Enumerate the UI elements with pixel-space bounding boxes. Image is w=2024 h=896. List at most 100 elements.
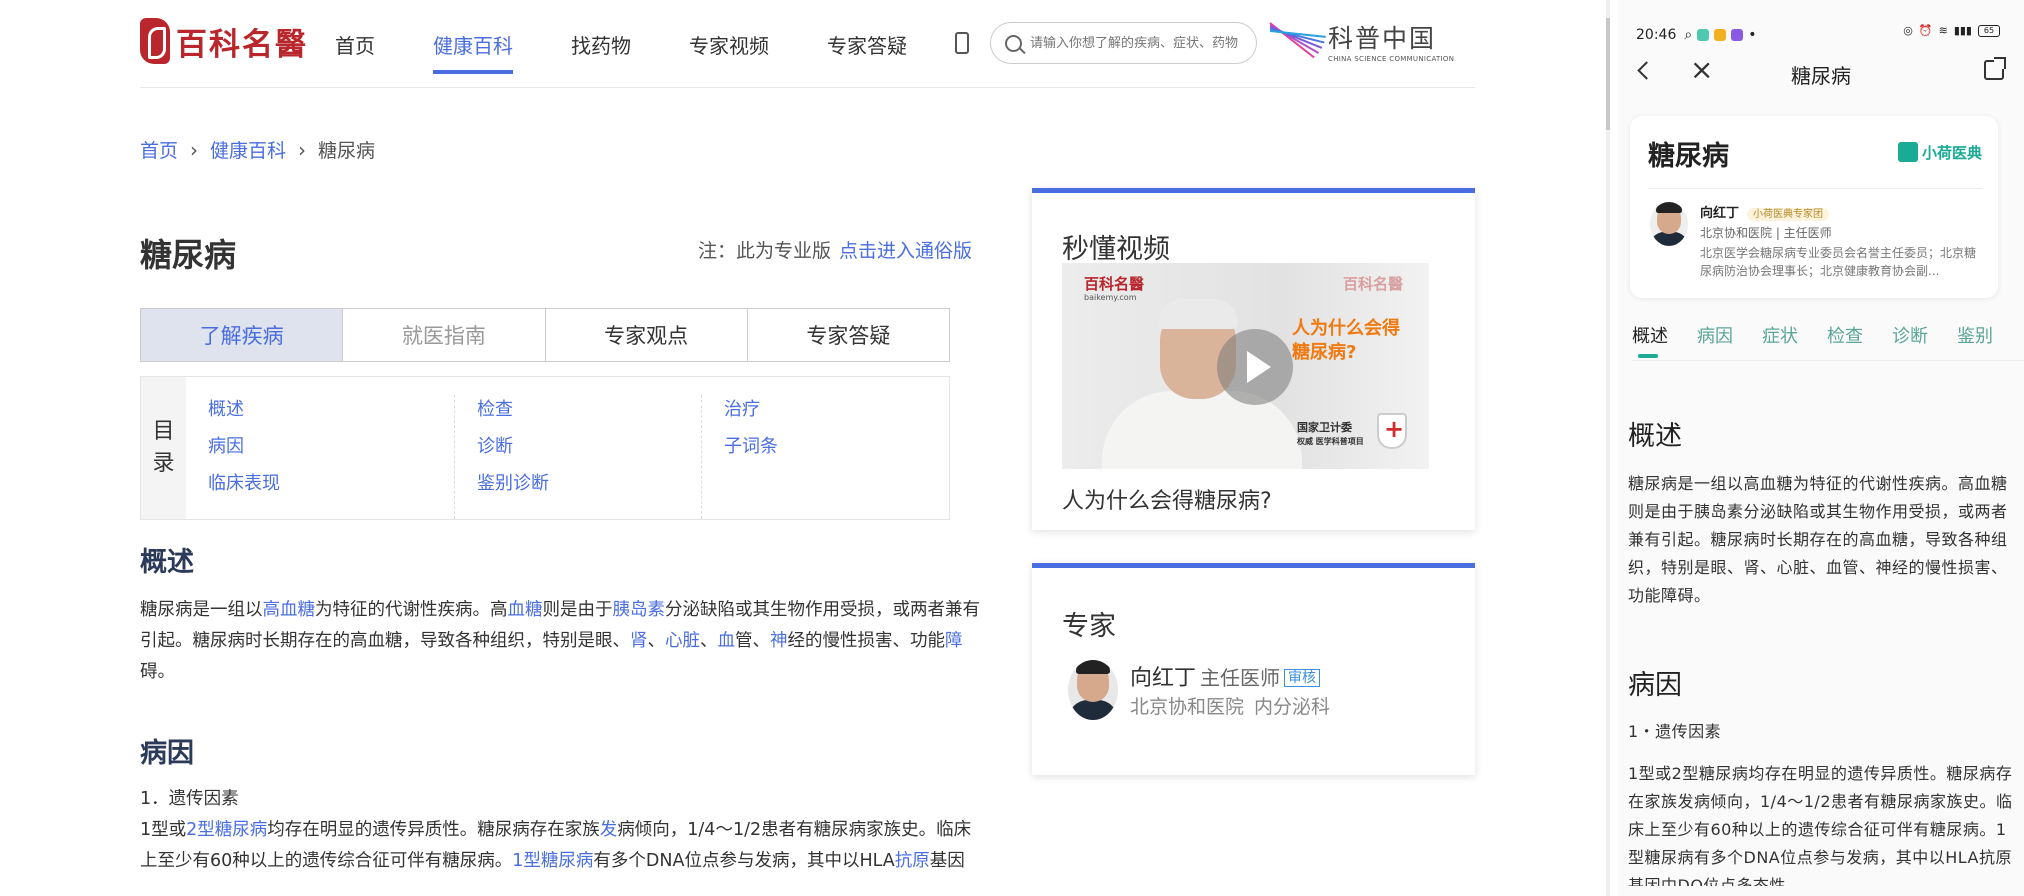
xiaohe-brand-logo: 小荷医典 [1898, 142, 1982, 163]
section-heading-cause: 病因 [140, 738, 194, 769]
divider [1648, 188, 1982, 189]
toc-column: 概述 病因 临床表现 [208, 395, 455, 519]
paragraph-text: 、 [647, 631, 666, 651]
toc-item-treatment[interactable]: 治疗 [724, 395, 949, 432]
tab-symptoms[interactable]: 症状 [1762, 322, 1798, 358]
inline-term-link[interactable]: 1型糖尿病 [512, 851, 593, 871]
inline-term-link[interactable]: 心脏 [665, 631, 700, 651]
review-badge: 审核 [1284, 669, 1321, 687]
inline-term-link[interactable]: 血糖 [508, 600, 543, 620]
section-heading-overview: 概述 [140, 547, 194, 578]
toc-column: 治疗 子词条 [702, 395, 949, 519]
inline-term-link[interactable]: 肾 [630, 631, 648, 651]
expert-org: 北京协和医院 | 主任医师 [1700, 226, 1832, 240]
status-time: 20:46 [1636, 27, 1677, 43]
mobile-header: × 糖尿病 [1618, 54, 2024, 94]
paragraph-text: 有多个DNA位点参与发病，其中以HLA [593, 851, 895, 871]
tab-differential[interactable]: 鉴别 [1957, 322, 1993, 358]
tab-exam[interactable]: 检查 [1827, 322, 1863, 358]
mobile-heading-overview: 概述 [1628, 421, 1682, 452]
breadcrumb-encyclopedia[interactable]: 健康百科 [210, 136, 286, 163]
inline-term-link[interactable]: 障 [945, 631, 963, 651]
popular-version-link[interactable]: 点击进入通俗版 [839, 240, 972, 262]
toc-item-subentries[interactable]: 子词条 [724, 432, 949, 469]
mobile-screen: 20:46 ⌕ • ◎ ⏰ ≋ ▮▮▮ 65 × 糖尿病 糖尿病 小荷医典 向红… [1618, 0, 2024, 896]
search-icon[interactable] [1005, 34, 1022, 52]
nav-item-health-encyclopedia[interactable]: 健康百科 [433, 30, 513, 74]
status-search-icon: ⌕ [1684, 27, 1693, 43]
expert-avatar[interactable] [1068, 660, 1118, 720]
kepu-ribbon-icon [1269, 16, 1326, 66]
inline-term-link[interactable]: 血 [718, 631, 736, 651]
expert-hospital: 北京协和医院 [1130, 696, 1245, 718]
video-caption[interactable]: 人为什么会得糖尿病? [1062, 483, 1272, 515]
app-notification-icon [1714, 29, 1727, 41]
paragraph-text: 经的慢性损害、功能 [787, 631, 946, 651]
tab-diagnosis[interactable]: 诊断 [1892, 322, 1928, 358]
mobile-heading-cause: 病因 [1628, 670, 1682, 701]
expert-name[interactable]: 向红丁 [1130, 666, 1196, 691]
mobile-phone-icon[interactable] [955, 32, 969, 54]
tab-medical-guide[interactable]: 就医指南 [342, 309, 545, 361]
card-title: 糖尿病 [1648, 141, 1729, 172]
breadcrumb-home[interactable]: 首页 [140, 136, 178, 163]
tab-understand-disease[interactable]: 了解疾病 [141, 309, 343, 361]
partner-name: 科普中国 [1328, 24, 1437, 53]
chevron-right-icon: › [190, 137, 199, 162]
inline-term-link[interactable]: 抗原 [895, 851, 930, 871]
inline-term-link[interactable]: 神 [770, 631, 788, 651]
tab-overview[interactable]: 概述 [1632, 322, 1668, 358]
tab-expert-opinion[interactable]: 专家观点 [544, 309, 747, 361]
mobile-title: 糖尿病 [1791, 64, 1851, 88]
nav-item-home[interactable]: 首页 [335, 30, 375, 74]
expert-affiliation: 北京协和医院 内分泌科 [1130, 692, 1340, 719]
breadcrumb-current: 糖尿病 [318, 140, 376, 162]
expert-name-line: 向红丁 小荷医典专家团 [1700, 202, 1830, 221]
signal-icon: ▮▮▮ [1953, 24, 1972, 37]
toc-item-cause[interactable]: 病因 [208, 432, 454, 469]
toc-item-exam[interactable]: 检查 [477, 395, 701, 432]
nav-item-expert-qa[interactable]: 专家答疑 [827, 30, 907, 74]
mobile-section-tabs: 概述 病因 症状 检查 诊断 鉴别 [1632, 322, 2022, 358]
play-icon[interactable] [1217, 329, 1293, 405]
tab-expert-qa[interactable]: 专家答疑 [746, 309, 949, 361]
app-notification-icon [1731, 29, 1744, 41]
mobile-cause-sub: 1・遗传因素 [1628, 722, 1722, 741]
toc-column: 检查 诊断 鉴别诊断 [455, 395, 702, 519]
video-thumbnail[interactable]: 百科名醫 baikemy.com 百科名醫 人为什么会得糖尿病? 国家卫计委 权… [1062, 263, 1429, 469]
partner-logo-kepu[interactable]: 科普中国 CHINA SCIENCE COMMUNICATION [1269, 16, 1454, 66]
inline-term-link[interactable]: 高血糖 [263, 600, 316, 620]
toc-label-char: 目 [152, 419, 175, 444]
disease-card: 糖尿病 小荷医典 向红丁 小荷医典专家团 北京协和医院 | 主任医师 北京医学会糖… [1630, 116, 1998, 298]
app-notification-icon [1697, 29, 1710, 41]
toc-item-clinical[interactable]: 临床表现 [208, 469, 454, 506]
page-title: 糖尿病 [140, 236, 237, 274]
expert-name[interactable]: 向红丁 [1700, 206, 1739, 221]
wifi-icon: ≋ [1938, 24, 1948, 37]
cause-paragraph: 1型或2型糖尿病均存在明显的遗传异质性。糖尿病存在家族发病倾向，1/4～1/2患… [140, 815, 983, 881]
inline-term-link[interactable]: 2型糖尿病 [186, 820, 267, 840]
inline-term-link[interactable]: 发 [600, 820, 618, 840]
tab-cause[interactable]: 病因 [1697, 322, 1733, 358]
toc-item-diagnosis[interactable]: 诊断 [477, 432, 701, 469]
inline-term-link[interactable]: 胰岛素 [613, 600, 666, 620]
logo-text: 百科名醫 [176, 26, 308, 63]
search-box [990, 22, 1257, 64]
scrollbar-track[interactable] [1606, 0, 1610, 896]
nav-item-find-drugs[interactable]: 找药物 [571, 30, 631, 74]
battery-icon: 65 [1978, 24, 2000, 37]
version-note: 注：此为专业版 点击进入通俗版 [698, 236, 972, 263]
search-input[interactable] [1030, 35, 1250, 51]
toc-item-overview[interactable]: 概述 [208, 395, 454, 432]
expert-avatar[interactable] [1650, 202, 1688, 246]
scrollbar-thumb[interactable] [1606, 18, 1610, 130]
toc-item-differential[interactable]: 鉴别诊断 [477, 469, 701, 506]
thumb-badge: 国家卫计委 权威 医学科普项目 [1297, 421, 1364, 449]
expert-card-title: 专家 [1062, 611, 1116, 642]
site-logo[interactable]: 百科名醫 [140, 18, 308, 64]
share-icon[interactable] [1984, 57, 2006, 80]
divider [1632, 360, 2024, 361]
thumb-question: 人为什么会得糖尿病? [1292, 318, 1400, 363]
expert-card: 专家 向红丁 主任医师 审核 北京协和医院 内分泌科 [1032, 563, 1475, 775]
nav-item-expert-videos[interactable]: 专家视频 [689, 30, 769, 74]
